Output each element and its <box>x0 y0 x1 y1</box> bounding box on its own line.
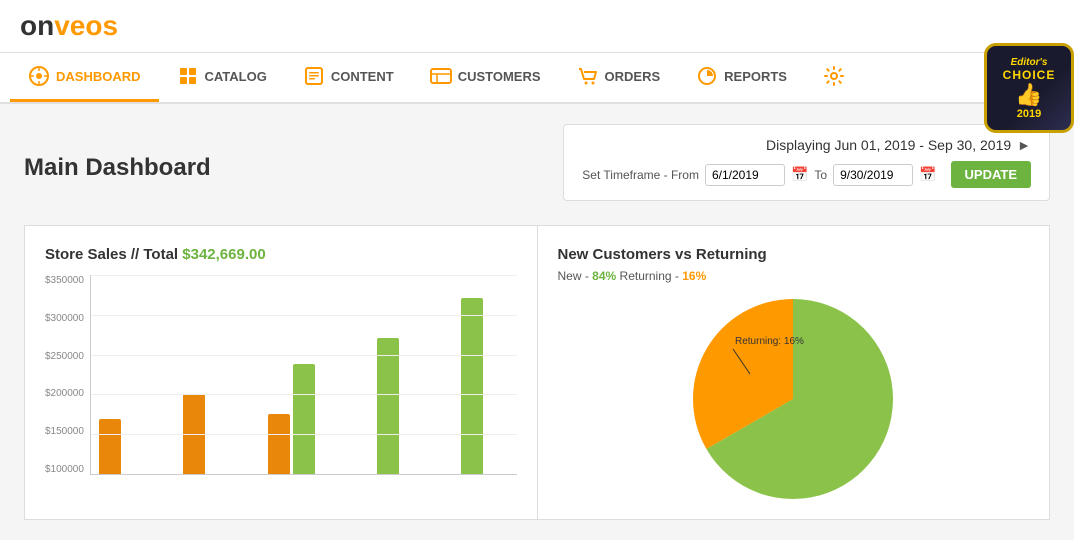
nav-reports-label: REPORTS <box>724 69 787 84</box>
bar-group-1 <box>99 419 171 474</box>
nav-customers[interactable]: CUSTOMERS <box>412 53 559 102</box>
logo-text: on <box>20 10 54 41</box>
bars-area <box>90 275 517 475</box>
nav-content-label: CONTENT <box>331 69 394 84</box>
from-label: Set Timeframe - From <box>582 168 699 182</box>
pie-returning-label: Returning: 16% <box>735 336 804 347</box>
badge-thumb-icon: 👍 <box>1015 82 1042 108</box>
timeframe-display: Displaying Jun 01, 2019 - Sep 30, 2019 ► <box>766 137 1031 153</box>
nav-dashboard[interactable]: DASHBOARD <box>10 53 159 102</box>
to-label: To <box>814 168 827 182</box>
nav-reports[interactable]: REPORTS <box>678 53 805 102</box>
to-calendar-icon[interactable]: 📅 <box>919 166 936 183</box>
bar-2-orange <box>183 394 205 474</box>
bar-3-green <box>293 364 315 474</box>
charts-row: Store Sales // Total $342,669.00 $350000… <box>24 225 1050 520</box>
nav-settings[interactable] <box>805 53 869 102</box>
from-date-input[interactable] <box>705 164 785 186</box>
bar-group-5 <box>436 298 508 474</box>
nav-content[interactable]: CONTENT <box>285 53 412 102</box>
orders-icon <box>577 65 599 87</box>
customers-icon <box>430 65 452 87</box>
nav-orders[interactable]: ORDERS <box>559 53 679 102</box>
store-sales-total: $342,669.00 <box>182 246 265 263</box>
update-button[interactable]: UPDATE <box>951 161 1031 188</box>
bar-group-3 <box>268 364 340 474</box>
nav-dashboard-label: DASHBOARD <box>56 69 141 84</box>
logo-brand: veos <box>54 10 118 41</box>
bar-chart-container: $350000 $300000 $250000 $200000 $150000 … <box>45 275 517 475</box>
pie-chart-container: Returning: 16% <box>558 299 1030 499</box>
nav-catalog[interactable]: CATALOG <box>159 53 285 102</box>
editors-choice-badge: Editor's CHOICE 👍 2019 <box>984 43 1074 133</box>
to-date-input[interactable] <box>833 164 913 186</box>
store-sales-prefix: Store Sales // Total <box>45 246 182 263</box>
nav-orders-label: ORDERS <box>605 69 661 84</box>
timeframe-bar: Displaying Jun 01, 2019 - Sep 30, 2019 ►… <box>563 124 1050 201</box>
new-unit: % <box>606 269 617 283</box>
bar-4-green <box>377 338 399 474</box>
header-content: Main Dashboard Displaying Jun 01, 2019 -… <box>24 124 1050 217</box>
title-area: Main Dashboard <box>24 144 211 198</box>
timeframe-display-label: Displaying Jun 01, 2019 - Sep 30, 2019 <box>766 137 1011 153</box>
main-nav: DASHBOARD CATALOG CONTENT CUSTOMERS ORDE… <box>0 53 1074 104</box>
new-legend-label: New - <box>558 269 593 283</box>
dashboard-icon <box>28 65 50 87</box>
settings-icon <box>823 65 845 87</box>
y-label-200k: $200000 <box>45 388 84 399</box>
nav-customers-label: CUSTOMERS <box>458 69 541 84</box>
store-sales-panel: Store Sales // Total $342,669.00 $350000… <box>25 226 538 519</box>
header: onveos <box>0 0 1074 53</box>
bar-5-green <box>461 298 483 474</box>
y-label-250k: $250000 <box>45 351 84 362</box>
timeframe-inputs: Set Timeframe - From 📅 To 📅 UPDATE <box>582 161 1031 188</box>
page-title: Main Dashboard <box>24 154 211 182</box>
catalog-icon <box>177 65 199 87</box>
logo: onveos <box>20 10 118 42</box>
nav-catalog-label: CATALOG <box>205 69 267 84</box>
bar-3-orange <box>268 414 290 474</box>
from-calendar-icon[interactable]: 📅 <box>791 166 808 183</box>
bar-group-4 <box>352 338 424 474</box>
badge-box: Editor's CHOICE 👍 2019 <box>984 43 1074 133</box>
y-axis: $350000 $300000 $250000 $200000 $150000 … <box>45 275 90 475</box>
new-vs-returning-panel: New Customers vs Returning New - 84% Ret… <box>538 226 1050 519</box>
bar-group-2 <box>183 394 255 474</box>
y-label-300k: $300000 <box>45 313 84 324</box>
pie-chart-svg: Returning: 16% <box>673 279 913 519</box>
y-label-350k: $350000 <box>45 275 84 286</box>
store-sales-title: Store Sales // Total $342,669.00 <box>45 246 517 263</box>
badge-year: 2019 <box>1017 108 1041 120</box>
bar-1-orange <box>99 419 121 474</box>
grid-line-1 <box>91 275 517 276</box>
main-content: Main Dashboard Displaying Jun 01, 2019 -… <box>0 104 1074 540</box>
badge-line2: CHOICE <box>1003 68 1056 82</box>
reports-icon <box>696 65 718 87</box>
timeframe-arrow-icon: ► <box>1017 137 1031 153</box>
y-label-150k: $150000 <box>45 426 84 437</box>
y-label-100k: $100000 <box>45 464 84 475</box>
new-pct: 84 <box>592 269 605 283</box>
new-vs-returning-title: New Customers vs Returning <box>558 246 1030 263</box>
badge-line1: Editor's <box>1011 57 1048 68</box>
content-icon <box>303 65 325 87</box>
